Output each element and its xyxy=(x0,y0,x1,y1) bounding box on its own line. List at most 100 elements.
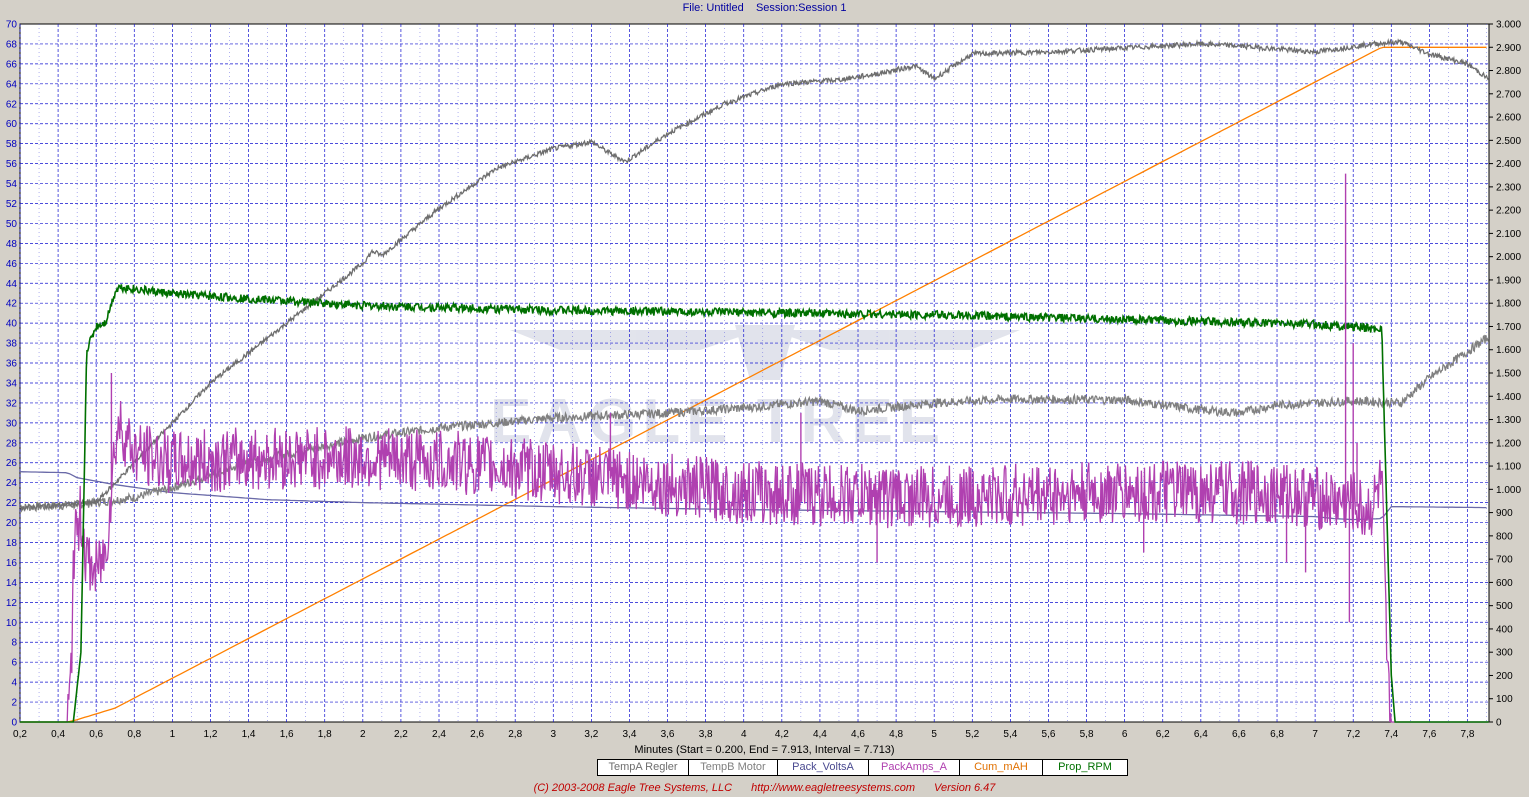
x-tick-label: 5,4 xyxy=(1003,729,1017,740)
right-tick-label: 200 xyxy=(1496,671,1513,682)
right-tick-label: 1.900 xyxy=(1496,275,1521,286)
x-tick-label: 6 xyxy=(1122,729,1128,740)
right-tick-label: 1.200 xyxy=(1496,438,1521,449)
right-tick-label: 1.300 xyxy=(1496,415,1521,426)
right-tick-label: 1.500 xyxy=(1496,369,1521,380)
legend-item-prop-rpm[interactable]: Prop_RPM xyxy=(1043,760,1127,775)
legend-item-pack-amps[interactable]: PackAmps_A xyxy=(869,760,960,775)
right-tick-label: 700 xyxy=(1496,555,1513,566)
legend-item-tempb-motor[interactable]: TempB Motor xyxy=(689,760,778,775)
right-tick-label: 1.600 xyxy=(1496,345,1521,356)
right-tick-label: 1.800 xyxy=(1496,299,1521,310)
right-tick-label: 400 xyxy=(1496,624,1513,635)
legend-item-cum-mah[interactable]: Cum_mAH xyxy=(960,760,1043,775)
left-axis-ticks: 0246810121416182022242628303234363840424… xyxy=(6,20,18,729)
left-tick-label: 62 xyxy=(6,99,18,110)
x-tick-label: 4,2 xyxy=(775,729,789,740)
x-tick-label: 7,4 xyxy=(1384,729,1398,740)
left-tick-label: 26 xyxy=(6,458,18,469)
right-tick-label: 500 xyxy=(1496,601,1513,612)
right-tick-label: 2.600 xyxy=(1496,113,1521,124)
left-tick-label: 70 xyxy=(6,20,18,31)
x-tick-label: 6,8 xyxy=(1270,729,1284,740)
x-tick-label: 4,4 xyxy=(813,729,827,740)
left-tick-label: 8 xyxy=(11,638,17,649)
left-tick-label: 38 xyxy=(6,339,18,350)
left-tick-label: 48 xyxy=(6,239,18,250)
x-tick-label: 0,2 xyxy=(13,729,27,740)
left-tick-label: 66 xyxy=(6,59,18,70)
version-text: Version 6.47 xyxy=(934,782,996,794)
x-tick-label: 6,6 xyxy=(1232,729,1246,740)
right-tick-label: 600 xyxy=(1496,578,1513,589)
right-tick-label: 2.900 xyxy=(1496,43,1521,54)
x-axis-label: Minutes (Start = 0.200, End = 7.913, Int… xyxy=(634,744,895,756)
x-tick-label: 5 xyxy=(931,729,937,740)
right-tick-label: 1.100 xyxy=(1496,462,1521,473)
left-tick-label: 24 xyxy=(6,478,18,489)
right-tick-label: 2.500 xyxy=(1496,136,1521,147)
right-tick-label: 2.400 xyxy=(1496,159,1521,170)
left-tick-label: 30 xyxy=(6,418,18,429)
left-tick-label: 68 xyxy=(6,39,18,50)
right-tick-label: 2.800 xyxy=(1496,66,1521,77)
x-tick-label: 3,6 xyxy=(661,729,675,740)
left-tick-label: 0 xyxy=(11,718,17,729)
eagle-tree-watermark: EAGLE TREE xyxy=(490,325,1020,456)
x-tick-label: 3 xyxy=(551,729,557,740)
left-tick-label: 32 xyxy=(6,398,18,409)
right-tick-label: 900 xyxy=(1496,508,1513,519)
left-tick-label: 34 xyxy=(6,378,18,389)
left-tick-label: 44 xyxy=(6,279,18,290)
x-tick-label: 7,8 xyxy=(1461,729,1475,740)
x-tick-label: 2,6 xyxy=(470,729,484,740)
left-tick-label: 10 xyxy=(6,618,18,629)
right-tick-label: 2.300 xyxy=(1496,182,1521,193)
copyright-text: (C) 2003-2008 Eagle Tree Systems, LLC xyxy=(533,782,733,794)
x-tick-label: 3,4 xyxy=(623,729,637,740)
x-tick-label: 6,2 xyxy=(1156,729,1170,740)
left-tick-label: 20 xyxy=(6,518,18,529)
x-tick-label: 7,2 xyxy=(1346,729,1360,740)
x-tick-label: 2,8 xyxy=(508,729,522,740)
x-tick-label: 5,6 xyxy=(1042,729,1056,740)
left-tick-label: 64 xyxy=(6,79,18,90)
right-tick-label: 300 xyxy=(1496,648,1513,659)
x-tick-label: 1 xyxy=(170,729,176,740)
chart-area[interactable]: EAGLE TREE 0,2 0,4 0,6 0,8 1 1,2 1,4 1,6 1,8 2 2,2… xyxy=(0,0,1529,760)
x-tick-label: 6,4 xyxy=(1194,729,1208,740)
x-tick-label: 1,2 xyxy=(204,729,218,740)
x-tick-label: 2 xyxy=(360,729,366,740)
left-tick-label: 60 xyxy=(6,119,18,130)
left-tick-label: 50 xyxy=(6,219,18,230)
website-link[interactable]: http://www.eagletreesystems.com xyxy=(751,782,915,794)
x-tick-label: 5,8 xyxy=(1080,729,1094,740)
legend-item-tempa-regler[interactable]: TempA Regler xyxy=(598,760,689,775)
right-tick-label: 2.200 xyxy=(1496,206,1521,217)
left-tick-label: 40 xyxy=(6,319,18,330)
x-tick-label: 4,6 xyxy=(851,729,865,740)
left-tick-label: 18 xyxy=(6,538,18,549)
x-tick-label: 3,2 xyxy=(584,729,598,740)
left-tick-label: 2 xyxy=(11,698,17,709)
x-tick-label: 7,6 xyxy=(1422,729,1436,740)
right-tick-label: 2.000 xyxy=(1496,252,1521,263)
right-tick-label: 3.000 xyxy=(1496,20,1521,31)
left-tick-label: 36 xyxy=(6,359,18,370)
left-tick-label: 52 xyxy=(6,199,18,210)
x-tick-label: 0,4 xyxy=(51,729,65,740)
right-tick-label: 100 xyxy=(1496,694,1513,705)
left-tick-label: 56 xyxy=(6,159,18,170)
left-tick-label: 46 xyxy=(6,259,18,270)
left-tick-label: 42 xyxy=(6,299,18,310)
left-tick-label: 58 xyxy=(6,139,18,150)
x-tick-label: 1,8 xyxy=(318,729,332,740)
legend: TempA Regler TempB Motor Pack_VoltsA Pac… xyxy=(597,759,1128,776)
left-tick-label: 16 xyxy=(6,558,18,569)
left-tick-label: 28 xyxy=(6,438,18,449)
left-tick-label: 14 xyxy=(6,578,18,589)
right-tick-label: 800 xyxy=(1496,531,1513,542)
legend-item-pack-volts[interactable]: Pack_VoltsA xyxy=(778,760,869,775)
x-tick-label: 4 xyxy=(741,729,747,740)
x-tick-label: 0,8 xyxy=(127,729,141,740)
